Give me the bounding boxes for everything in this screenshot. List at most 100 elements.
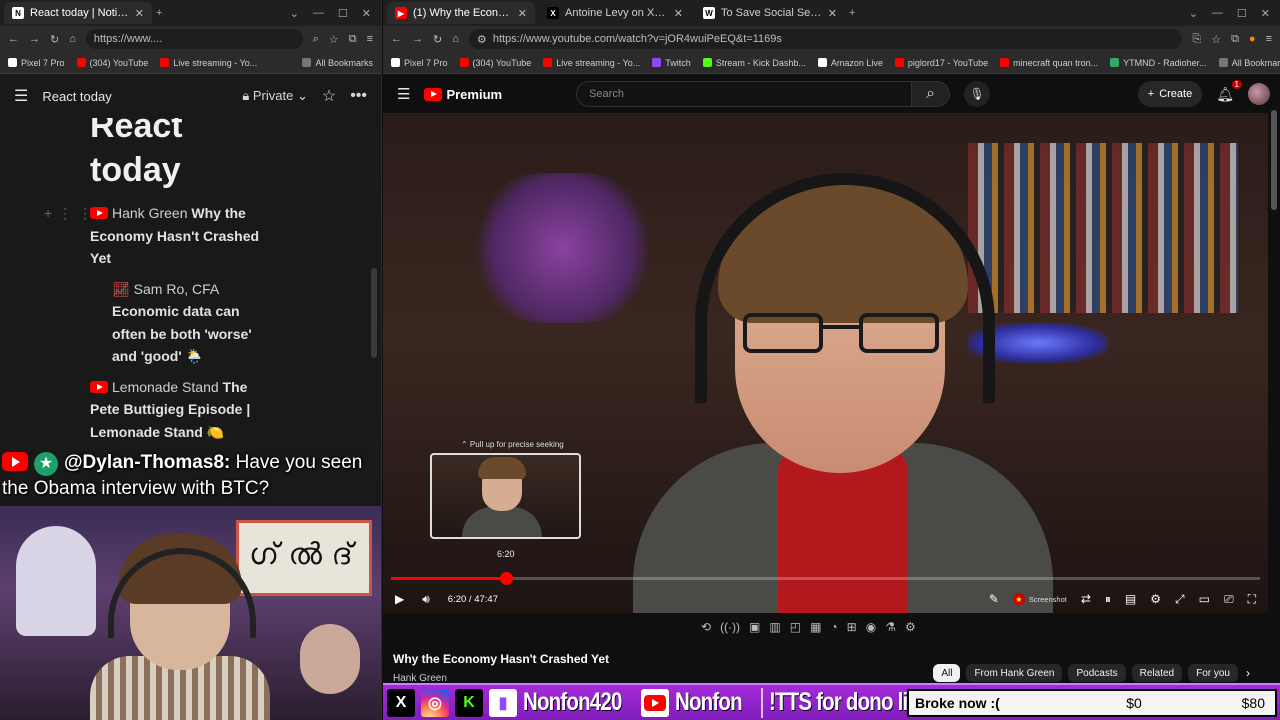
privacy-dropdown[interactable]: 🔒︎ Private ⌄	[242, 88, 308, 104]
grid-icon[interactable]: ▦	[810, 620, 821, 634]
extensions-icon[interactable]: ⧉	[1231, 33, 1239, 46]
voice-search-button[interactable]: 🎙︎	[964, 81, 991, 107]
list-item[interactable]: 📈︎ Sam Ro, CFA Economic data can often b…	[112, 278, 277, 368]
zoom-icon[interactable]: ⌕	[313, 33, 319, 46]
tab-search-icon[interactable]: ⌄	[290, 7, 299, 20]
close-window-icon[interactable]: ✕	[1261, 7, 1270, 20]
audio-icon[interactable]: ((·))	[720, 620, 740, 634]
favorite-star-icon[interactable]: ☆	[322, 86, 336, 106]
site-info-icon[interactable]: ⚙︎	[477, 33, 487, 46]
speed-icon[interactable]: ◔	[830, 620, 837, 634]
tab-youtube[interactable]: ▶ (1) Why the Economy Hasn't Cr... ✕	[387, 2, 535, 24]
loop-icon[interactable]: ⇄	[1081, 592, 1091, 606]
bookmark-pixel[interactable]: Pixel 7 Pro	[8, 58, 65, 68]
bookmark-live[interactable]: Live streaming - Yo...	[160, 58, 257, 68]
fullscreen-icon[interactable]: ⛶	[1248, 592, 1256, 607]
cast-icon[interactable]: ⎘	[1192, 33, 1201, 46]
back-icon[interactable]: ←	[8, 33, 19, 45]
search-input[interactable]: Search	[576, 81, 913, 107]
cast-icon[interactable]: ⎚	[1224, 592, 1234, 607]
address-bar[interactable]: ⚙︎ https://www.youtube.com/watch?v=jOR4w…	[468, 29, 1183, 49]
video-player[interactable]: ⌃ Pull up for precise seeking 6:20 ▶ 🔊︎ …	[383, 113, 1268, 613]
miniplayer-icon[interactable]: ⤢	[1175, 592, 1185, 607]
bookmark-twitch[interactable]: Twitch	[652, 58, 691, 68]
notifications-button[interactable]: 🔔︎ 1	[1216, 79, 1242, 103]
home-icon[interactable]: ⌂	[69, 33, 76, 45]
scrubber-knob[interactable]	[500, 572, 514, 585]
tab-x-post[interactable]: X Antoine Levy on X: "This graph... ✕	[539, 2, 691, 24]
volume-icon[interactable]: 🔊︎	[422, 592, 430, 607]
new-tab-icon[interactable]: +	[849, 7, 855, 19]
tab-notion[interactable]: N React today | Notion ✕	[4, 2, 152, 24]
bookmark-pixel[interactable]: Pixel 7 Pro	[391, 58, 448, 68]
reload-icon[interactable]: ↻	[433, 33, 442, 46]
chip-podcasts[interactable]: Podcasts	[1068, 664, 1126, 682]
minimize-icon[interactable]: —	[1212, 7, 1223, 20]
theater-icon[interactable]: ▭	[1199, 592, 1210, 606]
bookmark-live[interactable]: Live streaming - Yo...	[543, 58, 640, 68]
chevron-right-icon[interactable]: ›	[1246, 666, 1250, 680]
gear-icon[interactable]: ⚙	[905, 620, 916, 634]
chip-for-you[interactable]: For you	[1188, 664, 1238, 682]
close-window-icon[interactable]: ✕	[362, 7, 371, 20]
menu-icon[interactable]: ≡	[367, 33, 373, 45]
avatar[interactable]	[1248, 83, 1270, 105]
chip-from-channel[interactable]: From Hank Green	[966, 664, 1063, 682]
progress-bar[interactable]	[391, 572, 1260, 585]
forward-icon[interactable]: →	[29, 33, 40, 45]
chip-all[interactable]: All	[933, 664, 961, 682]
tab-article[interactable]: W To Save Social Security, Stop S... ✕	[695, 2, 845, 24]
lab-icon[interactable]: ⚗	[885, 620, 896, 634]
settings-icon[interactable]: ⚙	[1150, 592, 1161, 606]
bookmark-star-icon[interactable]: ☆	[329, 33, 339, 46]
menu-icon[interactable]: ≡	[1266, 33, 1272, 45]
youtube-logo[interactable]: Premium	[424, 87, 502, 102]
new-tab-icon[interactable]: +	[156, 7, 162, 19]
all-bookmarks[interactable]: All Bookmarks	[302, 58, 373, 68]
back-icon[interactable]: ←	[391, 33, 402, 45]
bookmark-minecraft[interactable]: minecraft quan tron...	[1000, 58, 1098, 68]
bookmark-amazon[interactable]: Amazon Live	[817, 58, 883, 68]
maximize-icon[interactable]: ☐	[338, 7, 348, 20]
bookmark-youtube[interactable]: (304) YouTube	[76, 58, 148, 68]
reload-icon[interactable]: ↻	[50, 33, 59, 46]
close-tab-icon[interactable]: ✕	[674, 7, 683, 20]
list-item[interactable]: Lemonade Stand The Pete Buttigieg Episod…	[90, 376, 265, 444]
search-button[interactable]: ⌕	[912, 81, 951, 107]
screenshot-button[interactable]: ★ Screenshot	[1012, 593, 1067, 605]
close-tab-icon[interactable]: ✕	[828, 7, 837, 20]
crop-icon[interactable]: ◰	[790, 620, 801, 634]
bookmark-kick[interactable]: Stream - Kick Dashb...	[702, 58, 806, 68]
guide-menu-icon[interactable]: ☰	[397, 85, 410, 103]
pen-icon[interactable]: ✎	[989, 592, 999, 606]
play-icon[interactable]: ▶	[395, 592, 404, 606]
scrollbar[interactable]	[1271, 110, 1277, 210]
subtitles-icon[interactable]: ▤	[1125, 592, 1136, 606]
film-icon[interactable]: ▥	[769, 620, 780, 634]
forward-icon[interactable]: →	[412, 33, 423, 45]
home-icon[interactable]: ⌂	[452, 33, 459, 45]
bookmark-youtube[interactable]: (304) YouTube	[459, 58, 531, 68]
scrollbar[interactable]	[371, 268, 377, 358]
list-item[interactable]: +⋮⋮ Hank Green Why the Economy Hasn't Cr…	[44, 202, 265, 270]
repeat-icon[interactable]: ⟲	[701, 620, 711, 634]
maximize-icon[interactable]: ☐	[1237, 7, 1247, 20]
sidebar-toggle-icon[interactable]: ☰	[14, 86, 28, 106]
extensions-icon[interactable]: ⧉	[349, 33, 357, 46]
create-button[interactable]: + Create	[1137, 81, 1203, 107]
screen-icon[interactable]: ▣	[749, 620, 760, 634]
all-bookmarks[interactable]: All Bookmarks	[1218, 58, 1280, 68]
bookmark-star-icon[interactable]: ☆	[1211, 33, 1221, 46]
close-tab-icon[interactable]: ✕	[518, 7, 527, 20]
camera-icon[interactable]: ◉	[866, 620, 876, 634]
chip-related[interactable]: Related	[1131, 664, 1183, 682]
tab-search-icon[interactable]: ⌄	[1189, 7, 1198, 20]
profile-icon[interactable]: ●	[1249, 33, 1256, 45]
add-frame-icon[interactable]: ⊞	[847, 620, 857, 634]
breadcrumb[interactable]: React today	[42, 89, 111, 104]
minimize-icon[interactable]: —	[313, 7, 324, 20]
bookmark-piglord[interactable]: piglord17 - YouTube	[894, 58, 988, 68]
autoplay-toggle-icon[interactable]: ⏸	[1105, 592, 1111, 607]
bookmark-ytmnd[interactable]: YTMND - Radioher...	[1110, 58, 1207, 68]
close-tab-icon[interactable]: ✕	[135, 7, 144, 20]
